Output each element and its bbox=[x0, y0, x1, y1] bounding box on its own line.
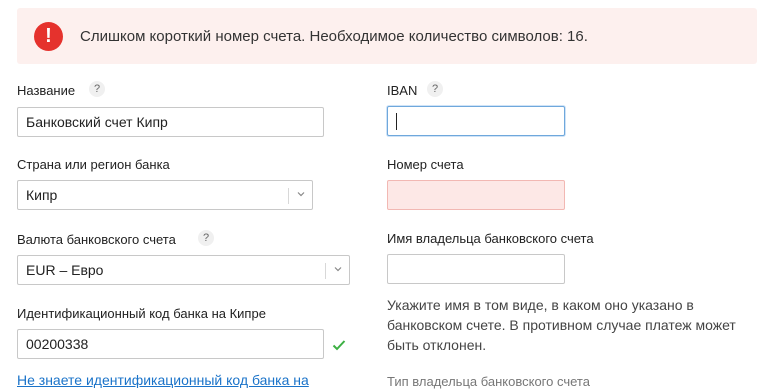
holder-name-hint: Укажите имя в том виде, в каком оно указ… bbox=[387, 297, 736, 353]
iban-label: IBAN bbox=[387, 83, 418, 98]
holder-name-label: Имя владельца банковского счета bbox=[387, 231, 594, 246]
holder-name-input[interactable] bbox=[387, 254, 565, 284]
country-select-value: Кипр bbox=[26, 187, 58, 203]
name-help-icon[interactable]: ? bbox=[89, 81, 105, 97]
text-cursor bbox=[396, 113, 397, 130]
select-divider bbox=[325, 263, 326, 279]
currency-select-value: EUR – Евро bbox=[26, 262, 104, 278]
alert-message: Слишком короткий номер счета. Необходимо… bbox=[80, 28, 588, 45]
bank-code-input[interactable]: 00200338 bbox=[17, 329, 324, 359]
name-label: Название bbox=[17, 83, 76, 98]
currency-help-icon[interactable]: ? bbox=[198, 230, 214, 246]
bank-code-label: Идентификационный код банка на Кипре bbox=[17, 306, 266, 321]
select-divider bbox=[288, 188, 289, 204]
account-number-input[interactable] bbox=[387, 180, 565, 210]
currency-label: Валюта банковского счета bbox=[17, 232, 176, 247]
exclamation-icon: ! bbox=[34, 22, 63, 51]
chevron-down-icon bbox=[297, 192, 305, 197]
checkmark-icon bbox=[332, 340, 346, 351]
account-number-label: Номер счета bbox=[387, 157, 464, 172]
country-label: Страна или регион банка bbox=[17, 157, 170, 172]
iban-input[interactable] bbox=[387, 106, 565, 136]
bank-code-help-link[interactable]: Не знаете идентификационный код банка на bbox=[17, 372, 309, 388]
account-type-label: Тип владельца банковского счета bbox=[387, 374, 590, 389]
name-input[interactable]: Банковский счет Кипр bbox=[17, 107, 324, 137]
error-alert: ! Слишком короткий номер счета. Необходи… bbox=[17, 8, 757, 64]
currency-select[interactable]: EUR – Евро bbox=[17, 255, 350, 285]
iban-help-icon[interactable]: ? bbox=[427, 81, 443, 97]
country-select[interactable]: Кипр bbox=[17, 180, 313, 210]
chevron-down-icon bbox=[334, 267, 342, 272]
